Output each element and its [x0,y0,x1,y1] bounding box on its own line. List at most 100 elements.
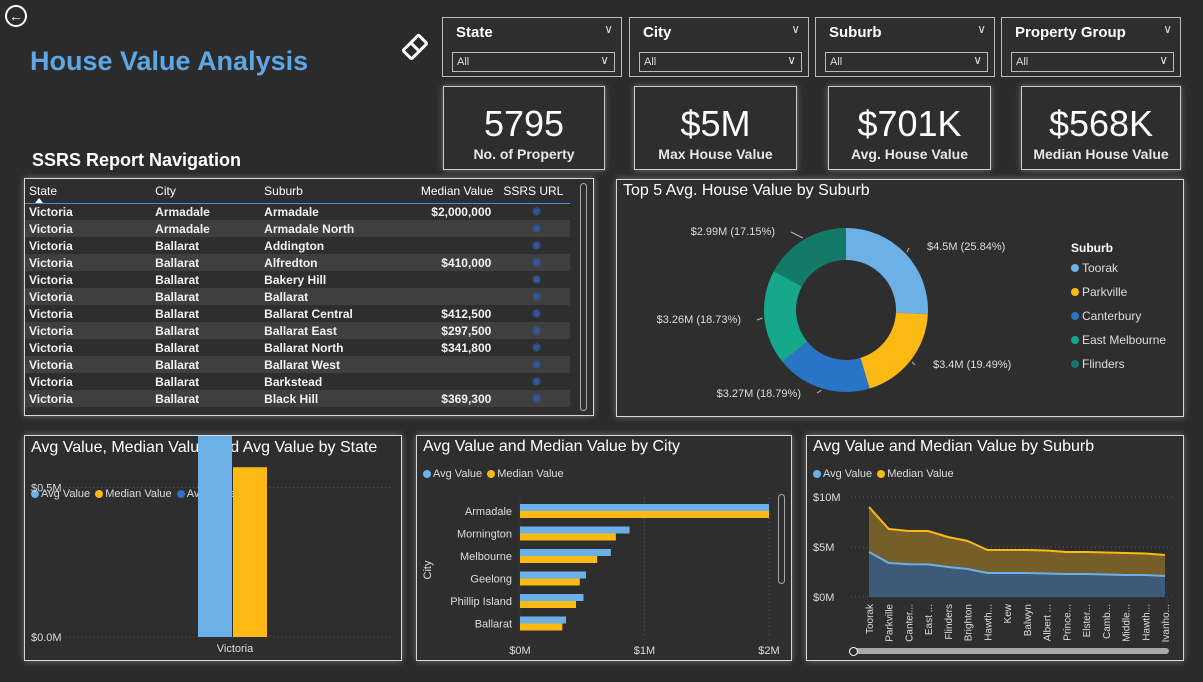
bar-median-value [520,601,577,608]
report-link-icon[interactable]: ◉ [499,271,570,288]
report-link-icon[interactable]: ◉ [499,305,570,322]
table-cell: Ballarat [155,340,200,355]
legend-dot [1071,288,1079,296]
column-header-median-value[interactable]: Median Value [401,179,499,203]
x-tick-label: Flinders [944,604,955,640]
table-cell: Victoria [25,390,152,407]
slicer-dropdown[interactable]: All ∨ [825,52,988,72]
report-link-icon[interactable]: ◉ [499,254,570,271]
chevron-down-icon[interactable]: ∨ [1159,53,1168,67]
report-link-icon[interactable]: ◉ [499,322,570,339]
chevron-down-icon[interactable]: ∨ [791,22,800,36]
table-row[interactable]: Victoria Ballarat Barkstead ◉ [25,373,570,390]
report-link-icon[interactable]: ◉ [499,203,570,220]
table-cell: Ballarat [155,272,200,287]
chevron-down-icon[interactable]: ∨ [604,22,613,36]
table-cell: $412,500 [441,306,492,321]
chevron-down-icon[interactable]: ∨ [1163,22,1172,36]
chevron-down-icon[interactable]: ∨ [973,53,982,67]
report-link-icon[interactable]: ◉ [499,288,570,305]
report-link-icon[interactable]: ◉ [499,390,570,407]
slicer-dropdown[interactable]: All ∨ [452,52,615,72]
data-label: $3.4M (19.49%) [933,359,1011,371]
leader-line [816,389,822,394]
slicer-value: All [830,56,843,68]
report-link-icon[interactable]: ◉ [499,373,570,390]
bar-avg-value [520,616,567,624]
column-header-state[interactable]: State [25,179,151,203]
table-cell: $2,000,000 [431,204,492,219]
chart-scrollbar[interactable] [778,494,785,584]
eraser-icon[interactable] [398,30,432,64]
table-cell: Alfredton [260,254,402,271]
slicer-value: All [457,56,470,68]
bar-avg-value [520,571,586,579]
table-row[interactable]: Victoria Armadale Armadale North ◉ [25,220,570,237]
y-tick-label: $0.0M [31,632,62,644]
slicer-suburb[interactable]: Suburb ∨ All ∨ [815,17,995,77]
table-row[interactable]: Victoria Ballarat Alfredton $410,000 ◉ [25,254,570,271]
table-cell: Ballarat East [260,322,402,339]
table-cell: Armadale [264,204,319,219]
x-tick-label: Prince... [1062,604,1073,641]
report-link-icon[interactable]: ◉ [499,339,570,356]
table-cell: Victoria [29,204,73,219]
slicer-title: State [456,24,493,41]
section-title: SSRS Report Navigation [32,150,242,170]
table-row[interactable]: Victoria Ballarat Black Hill $369,300 ◉ [25,390,570,407]
x-tick-label: Kew [1003,603,1014,623]
table-row[interactable]: Victoria Ballarat Ballarat ◉ [25,288,570,305]
table-cell: Ballarat [155,374,200,389]
report-link-icon[interactable]: ◉ [499,220,570,237]
legend-dot [1071,336,1079,344]
table-cell: Black Hill [260,390,402,407]
sort-ascending-icon[interactable] [35,198,43,203]
chevron-down-icon[interactable]: ∨ [787,53,796,67]
slicer-title: City [643,24,672,41]
table-scrollbar[interactable] [580,183,587,411]
table-row[interactable]: Victoria Ballarat Ballarat North $341,800 ◉ [25,339,570,356]
table-row[interactable]: Victoria Ballarat Bakery Hill ◉ [25,271,570,288]
slicer-city[interactable]: City ∨ All ∨ [629,17,809,77]
legend-label: Canterbury [1082,309,1141,323]
x-tick-label: Toorak [865,603,876,634]
bar-avg-value [520,594,584,601]
table-cell: Victoria [29,374,73,389]
table-cell: Ballarat [151,356,261,373]
scrollbar-handle[interactable] [849,647,858,656]
bar-median-value [520,533,616,541]
table-row[interactable]: Victoria Ballarat Addington ◉ [25,237,570,254]
table-row[interactable]: Victoria Armadale Armadale $2,000,000 ◉ [25,203,570,220]
table-row[interactable]: Victoria Ballarat Ballarat Central $412,500… [25,305,570,322]
slicer-property-group[interactable]: Property Group ∨ All ∨ [1001,17,1181,77]
column-header-suburb[interactable]: Suburb [260,179,401,203]
table-cell [401,220,500,237]
data-label: $3.27M (18.79%) [717,388,801,400]
table-cell: Victoria [25,322,152,339]
kpi-card-properties: 5795 No. of Property [443,86,605,170]
table-row[interactable]: Victoria Ballarat Ballarat West ◉ [25,356,570,373]
table-cell: Victoria [25,220,152,237]
legend-dot [1071,264,1079,272]
report-link-icon[interactable]: ◉ [499,356,570,373]
slicer-value: All [644,56,657,68]
slicer-dropdown[interactable]: All ∨ [639,52,802,72]
horizontal-scrollbar[interactable] [849,648,1169,654]
table-row[interactable]: Victoria Ballarat Ballarat East $297,500 ◉ [25,322,570,339]
x-tick-label: Elster... [1082,604,1093,637]
y-tick-label: Armadale [465,506,512,518]
table-cell: Ballarat [151,322,261,339]
table-cell: Ballarat North [264,340,344,355]
chevron-down-icon[interactable]: ∨ [977,22,986,36]
back-arrow-icon[interactable]: ← [5,5,27,27]
x-tick-label: Parkville [885,604,896,642]
report-link-icon[interactable]: ◉ [499,237,570,254]
slicer-dropdown[interactable]: All ∨ [1011,52,1174,72]
slicer-state[interactable]: State ∨ All ∨ [442,17,622,77]
bar-median-value [520,556,598,563]
chevron-down-icon[interactable]: ∨ [600,53,609,67]
column-header-city[interactable]: City [151,179,260,203]
column-header-ssrs-url[interactable]: SSRS URL [499,179,570,203]
bar-avg-value [520,549,611,556]
kpi-label: Median House Value [1033,146,1169,162]
